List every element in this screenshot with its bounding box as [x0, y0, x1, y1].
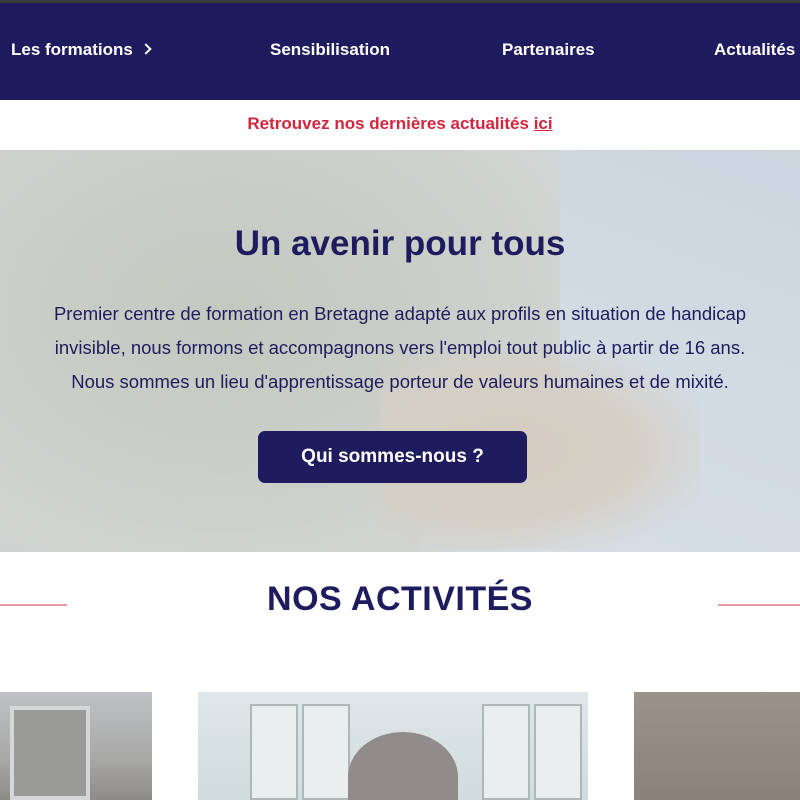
- hero-description-line: Premier centre de formation en Bretagne …: [53, 303, 747, 324]
- hero-description-line: Nous sommes un lieu d'apprentissage port…: [71, 371, 729, 392]
- hero-description-line: invisible, nous formons et accompagnons …: [54, 337, 746, 358]
- activity-card-image: [250, 704, 298, 800]
- activity-card[interactable]: [198, 692, 588, 800]
- nav-item-label: Sensibilisation: [270, 40, 390, 59]
- activities-section-title: NOS ACTIVITÉS: [267, 580, 533, 618]
- announcement-banner: Retrouvez nos dernières actualités ici: [0, 100, 800, 150]
- hero-title: Un avenir pour tous: [234, 224, 566, 263]
- hero-description: Premier centre de formation en Bretagne …: [0, 297, 800, 399]
- activity-card[interactable]: [634, 692, 800, 800]
- nav-item-label: Les formations: [11, 40, 133, 59]
- announcement-link[interactable]: ici: [534, 114, 553, 133]
- nav-item-actualites[interactable]: Actualités: [714, 40, 795, 60]
- nav-item-les-formations[interactable]: Les formations: [11, 40, 152, 60]
- section-divider-right: [718, 604, 800, 606]
- activity-card-image: [482, 704, 530, 800]
- nav-item-partenaires[interactable]: Partenaires: [502, 40, 595, 60]
- nav-item-sensibilisation[interactable]: Sensibilisation: [270, 40, 390, 60]
- activity-card-image: [348, 732, 458, 800]
- activity-card-image: [534, 704, 582, 800]
- chevron-right-icon: [140, 43, 152, 55]
- main-navigation: Les formations Sensibilisation Partenair…: [0, 3, 800, 100]
- nav-item-label: Actualités: [714, 40, 796, 59]
- about-us-button[interactable]: Qui sommes-nous ?: [258, 431, 527, 483]
- activity-card[interactable]: [0, 692, 152, 800]
- nav-item-label: Partenaires: [502, 40, 595, 59]
- activity-card-image: [10, 706, 90, 800]
- announcement-text: Retrouvez nos dernières actualités: [247, 114, 534, 133]
- activity-card-image: [302, 704, 350, 800]
